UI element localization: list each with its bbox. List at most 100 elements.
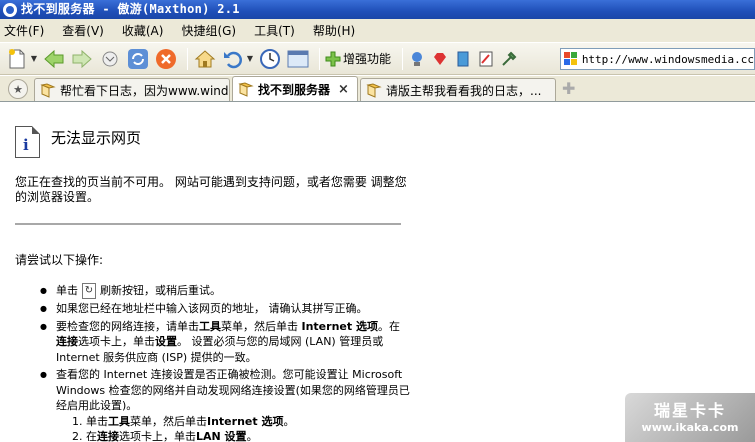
new-tab-button[interactable]	[5, 47, 29, 71]
down-circle-icon	[102, 51, 118, 66]
step-text: 要检查您的网络连接，请单击	[56, 319, 199, 333]
windows-logo-icon	[564, 52, 577, 65]
menu-tools[interactable]: 工具(T)	[254, 22, 295, 39]
undo-dropdown[interactable]: ▼	[246, 47, 254, 71]
step-text: 查看您的 Internet 连接设置是否正确被检测。您可能设置让 Microso…	[56, 368, 410, 412]
menu-favorites[interactable]: 收藏(A)	[122, 22, 164, 39]
tab-2[interactable]: 找不到服务器 ×	[232, 76, 358, 101]
toolbar-separator	[402, 47, 404, 70]
watermark-logo: 瑞星卡卡 www.ikaka.com	[625, 393, 755, 442]
document-icon	[40, 83, 56, 98]
new-tab-plus-icon[interactable]: ✚	[562, 79, 575, 98]
step-text: 。	[283, 415, 295, 428]
plugin-button[interactable]	[408, 50, 426, 68]
screenshot-button[interactable]	[286, 47, 310, 71]
book-icon	[457, 51, 469, 66]
boost-features-button[interactable]: 增强功能	[325, 47, 391, 71]
watermark-url: www.ikaka.com	[641, 421, 739, 434]
step-bold: 工具	[108, 415, 130, 428]
step-bold: LAN 设置	[196, 430, 247, 442]
history-button[interactable]	[258, 47, 282, 71]
page-title: 无法显示网页	[51, 129, 142, 147]
menu-file[interactable]: 文件(F)	[4, 22, 44, 39]
step-text: 单击	[56, 284, 78, 297]
step-text: 菜单，然后单击	[221, 319, 298, 333]
list-item: 查看您的 Internet 连接设置是否正确被检测。您可能设置让 Microso…	[40, 367, 410, 414]
tab-1[interactable]: 帮忙看下日志，因为www.wind...	[34, 78, 230, 101]
back-arrow-icon	[44, 49, 64, 68]
list-item: 2. 在连接选项卡上，单击LAN 设置。	[72, 429, 294, 442]
plugin-button[interactable]	[477, 50, 495, 68]
bulb-icon	[412, 51, 423, 66]
divider	[15, 223, 401, 225]
list-item: 如果您已经在地址栏中输入该网页的地址， 请确认其拼写正确。	[40, 301, 410, 317]
step-text: 2. 在	[72, 430, 97, 442]
undo-icon	[224, 51, 242, 68]
window-icon	[287, 50, 309, 67]
menu-bar: 文件(F) 查看(V) 收藏(A) 快捷组(G) 工具(T) 帮助(H)	[0, 19, 755, 42]
forward-arrow-icon	[72, 49, 92, 68]
stop-button[interactable]	[154, 47, 178, 71]
forward-button[interactable]	[70, 47, 94, 71]
undo-close-button[interactable]	[221, 47, 245, 71]
refresh-button[interactable]	[126, 47, 150, 71]
refresh-page-icon[interactable]: ↻	[82, 283, 96, 299]
plugin-button[interactable]	[454, 50, 472, 68]
info-icon: i	[15, 126, 40, 158]
toolbar-separator	[319, 47, 320, 70]
toolbar-separator	[187, 47, 188, 70]
plus-icon	[325, 51, 341, 66]
tools-icon	[502, 51, 517, 66]
menu-help[interactable]: 帮助(H)	[313, 22, 355, 39]
step-text: 如果您已经在地址栏中输入该网页的地址， 请确认其拼写正确。	[56, 302, 368, 315]
sub-steps-list: 1. 单击工具菜单，然后单击Internet 选项。 2. 在连接选项卡上，单击…	[72, 414, 294, 442]
document-icon	[366, 83, 382, 98]
step-text: 。在	[377, 319, 400, 333]
step-text: 选项卡上，单击	[78, 335, 155, 348]
list-item: 单击 ↻ 刷新按钮，或稍后重试。	[40, 283, 410, 299]
window-title: 找不到服务器 - 傲游(Maxthon) 2.1	[21, 2, 240, 16]
tab-label: 找不到服务器	[258, 82, 331, 97]
step-bold: 连接	[56, 335, 78, 348]
back-button[interactable]	[42, 47, 66, 71]
maxthon-logo-icon	[3, 2, 17, 17]
document-icon	[238, 82, 254, 97]
tab-label: 帮忙看下日志，因为www.wind...	[60, 83, 230, 98]
list-item: 要检查您的网络连接，请单击工具菜单，然后单击 Internet 选项。在连接选项…	[40, 319, 410, 366]
steps-list: 单击 ↻ 刷新按钮，或稍后重试。 如果您已经在地址栏中输入该网页的地址， 请确认其拼…	[40, 283, 410, 416]
step-bold: 连接	[97, 430, 119, 442]
star-icon: ★	[13, 82, 23, 96]
menu-view[interactable]: 查看(V)	[62, 22, 104, 39]
note-icon	[479, 51, 493, 66]
clock-icon	[260, 48, 280, 69]
step-bold: 工具	[199, 319, 221, 333]
list-item: 1. 单击工具菜单，然后单击Internet 选项。	[72, 414, 294, 429]
plugin-button[interactable]	[431, 50, 449, 68]
address-url: http://www.windowsmedia.cc	[581, 52, 754, 66]
page-content: i 无法显示网页 您正在查找的页当前不可用。 网站可能遇到支持问题，或者您需要 …	[0, 103, 755, 442]
new-tab-dropdown[interactable]: ▼	[30, 47, 38, 71]
step-text: 。	[246, 430, 258, 442]
stop-icon	[156, 48, 176, 69]
plugin-button[interactable]	[500, 50, 518, 68]
step-bold: Internet 选项	[207, 415, 284, 428]
boost-label: 增强功能	[343, 52, 392, 66]
tab-3[interactable]: 请版主帮我看看我的日志，...	[360, 78, 556, 101]
error-header: i 无法显示网页	[15, 126, 141, 158]
menu-groups[interactable]: 快捷组(G)	[181, 22, 236, 39]
step-text: 选项卡上，单击	[119, 430, 196, 442]
favorites-star-button[interactable]: ★	[8, 79, 28, 99]
close-tab-icon[interactable]: ×	[338, 82, 349, 97]
step-bold: Internet 选项	[301, 319, 378, 333]
home-icon	[194, 49, 216, 67]
gem-icon	[434, 52, 447, 65]
history-nav-button[interactable]	[98, 47, 122, 71]
address-bar[interactable]: http://www.windowsmedia.cc	[560, 48, 755, 70]
watermark-title: 瑞星卡卡	[653, 401, 726, 420]
intro-text: 您正在查找的页当前不可用。 网站可能遇到支持问题，或者您需要 调整您的浏览器设置…	[15, 175, 407, 204]
home-button[interactable]	[193, 47, 217, 71]
try-label: 请尝试以下操作:	[15, 253, 104, 267]
step-text: 菜单，然后单击	[130, 415, 207, 428]
new-page-icon	[9, 48, 25, 68]
tab-label: 请版主帮我看看我的日志，...	[386, 83, 542, 98]
